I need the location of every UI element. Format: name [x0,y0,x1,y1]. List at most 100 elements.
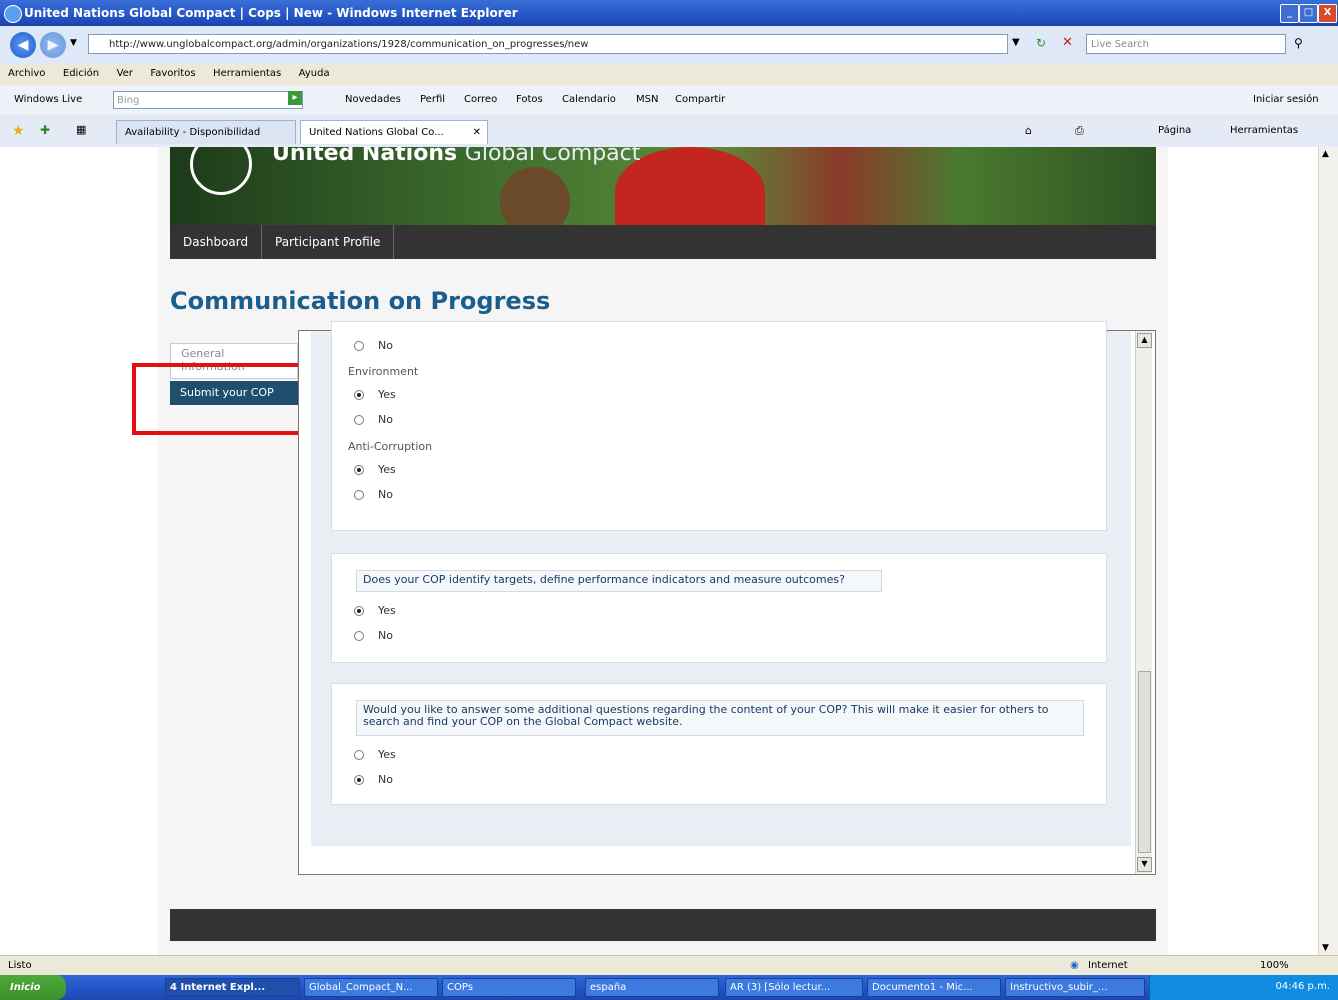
taskbar-espana[interactable]: españa [585,978,719,997]
site-brand: United Nations Global Compact [272,147,640,166]
nav-dashboard[interactable]: Dashboard [170,225,263,259]
form-scroll-thumb[interactable] [1138,671,1151,853]
anticorruption-no-radio[interactable] [354,490,364,500]
additional-yes-radio[interactable] [354,750,364,760]
targets-no-radio[interactable] [354,631,364,641]
page-title: Communication on Progress [170,287,551,315]
stop-icon[interactable]: ✕ [1062,35,1073,50]
ie-logo-icon [4,5,22,23]
scroll-down-icon[interactable]: ▼ [1322,943,1329,953]
site-banner: United Nations Global Compact [170,147,1156,225]
live-calendario[interactable]: Calendario [562,94,616,105]
live-fotos[interactable]: Fotos [516,94,543,105]
back-button[interactable]: ◀ [10,32,36,58]
menu-favoritos[interactable]: Favoritos [150,68,195,79]
un-logo-icon [190,147,252,195]
live-perfil[interactable]: Perfil [420,94,445,105]
address-dropdown-icon[interactable]: ▼ [1012,37,1020,48]
anticorruption-label: Anti-Corruption [348,440,433,453]
form-scrollbar[interactable]: ▲ ▼ [1135,331,1152,874]
targets-no-label: No [378,629,393,642]
bing-search-input[interactable]: Bing [113,91,303,109]
live-correo[interactable]: Correo [464,94,497,105]
targets-yes-label: Yes [378,604,396,617]
favorites-star-icon[interactable]: ★ [12,123,25,139]
menu-ayuda[interactable]: Ayuda [299,68,330,79]
clock[interactable]: 04:46 p.m. [1276,981,1330,992]
bing-go-icon[interactable]: ▸ [288,91,302,105]
taskbar-documento1[interactable]: Documento1 - Mic... [867,978,1001,997]
menu-edicion[interactable]: Edición [63,68,99,79]
live-compartir[interactable]: Compartir [675,94,725,105]
principles-box: No Environment Yes No Anti-Corruption Ye… [331,321,1107,531]
maximize-button[interactable]: □ [1299,4,1318,23]
close-tab-icon[interactable]: ✕ [473,121,481,145]
address-bar[interactable]: http://www.unglobalcompact.org/admin/org… [88,34,1008,54]
windows-live-logo[interactable]: Windows Live [14,94,82,105]
menu-bar: Archivo Edición Ver Favoritos Herramient… [0,64,1338,86]
taskbar-cops[interactable]: COPs [442,978,576,997]
targets-question-box: Does your COP identify targets, define p… [331,553,1107,663]
page-menu[interactable]: Página [1158,125,1191,136]
status-text: Listo [8,960,32,971]
nav-participant-profile[interactable]: Participant Profile [262,225,395,259]
form-scroll-up-icon[interactable]: ▲ [1137,333,1152,348]
tab-global-compact[interactable]: United Nations Global Co... ✕ [300,120,488,144]
tab-bar: ★ ✚ ▦ Availability - Disponibilidad Unit… [0,115,1338,148]
live-msn[interactable]: MSN [636,94,658,105]
print-icon[interactable]: ⎙ [1075,124,1084,138]
taskbar-instructivo[interactable]: Instructivo_subir_... [1005,978,1145,997]
close-window-button[interactable]: X [1318,4,1337,23]
cop-form-frame: No Environment Yes No Anti-Corruption Ye… [298,321,1156,875]
quick-tabs-icon[interactable]: ▦ [76,123,86,136]
add-favorites-icon[interactable]: ✚ [40,123,50,137]
status-bar: Listo ◉ Internet 100% [0,955,1338,976]
windows-live-toolbar: Windows Live Bing ▸ Novedades Perfil Cor… [0,85,1338,116]
banner-photo-figure [500,167,570,225]
recent-pages-dropdown-icon[interactable]: ▼ [70,38,77,48]
live-novedades[interactable]: Novedades [345,94,401,105]
brand-gc: Global Compact [464,147,641,166]
window-title-bar: United Nations Global Compact | Cops | N… [0,0,1338,26]
tab-availability-label: Availability - Disponibilidad [125,127,261,138]
tools-menu[interactable]: Herramientas [1230,125,1298,136]
taskbar-global-compact[interactable]: Global_Compact_N... [304,978,438,997]
tab-availability[interactable]: Availability - Disponibilidad [116,120,296,144]
page-scrollbar[interactable]: ▲ ▼ [1318,147,1338,955]
zoom-level[interactable]: 100% [1260,960,1289,971]
environment-no-radio[interactable] [354,415,364,425]
internet-zone-icon: ◉ [1070,960,1079,971]
cop-form-content: No Environment Yes No Anti-Corruption Ye… [311,321,1131,846]
form-scroll-down-icon[interactable]: ▼ [1137,857,1152,872]
additional-no-radio[interactable] [354,775,364,785]
address-toolbar: ◀ ▶ ▼ http://www.unglobalcompact.org/adm… [0,26,1338,65]
sign-in-link[interactable]: Iniciar sesión [1253,94,1319,105]
menu-archivo[interactable]: Archivo [8,68,45,79]
anticorruption-no-label: No [378,488,393,501]
targets-yes-radio[interactable] [354,606,364,616]
menu-ver[interactable]: Ver [117,68,133,79]
scroll-up-icon[interactable]: ▲ [1322,149,1329,159]
tab-global-compact-label: United Nations Global Co... [309,127,444,138]
brand-un: United Nations [272,147,458,166]
environment-yes-radio[interactable] [354,390,364,400]
security-zone: Internet [1088,960,1128,971]
site-nav: Dashboard Participant Profile [170,225,1156,259]
group1-no-radio[interactable] [354,341,364,351]
forward-button[interactable]: ▶ [40,32,66,58]
page-viewport: United Nations Global Compact Dashboard … [0,147,1318,955]
start-button[interactable]: Inicio [0,975,66,1000]
taskbar-ar[interactable]: AR (3) [Sólo lectur... [725,978,863,997]
system-tray: 04:46 p.m. [1149,975,1338,1000]
environment-yes-label: Yes [378,388,396,401]
taskbar-ie[interactable]: 4 Internet Expl... [165,978,300,997]
minimize-button[interactable]: _ [1280,4,1299,23]
anticorruption-yes-radio[interactable] [354,465,364,475]
search-icon[interactable]: ⚲ [1294,36,1303,50]
anticorruption-yes-label: Yes [378,463,396,476]
refresh-icon[interactable]: ↻ [1036,36,1046,50]
environment-label: Environment [348,365,419,378]
menu-herramientas[interactable]: Herramientas [213,68,281,79]
home-icon[interactable]: ⌂ [1025,124,1032,137]
live-search-input[interactable]: Live Search [1086,34,1286,54]
